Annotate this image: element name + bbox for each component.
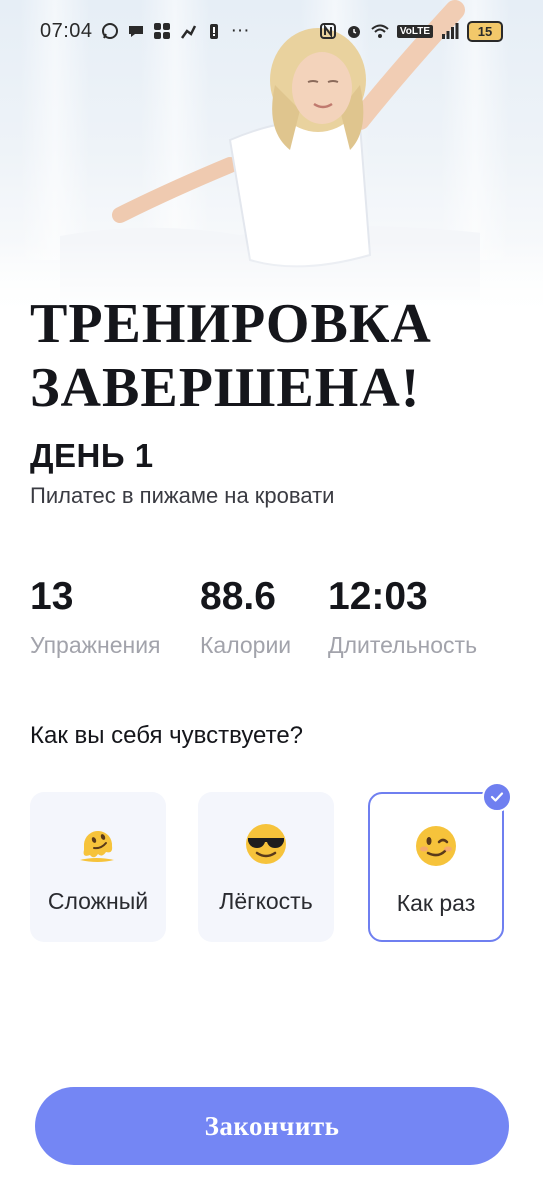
stat-duration: 12:03 Длительность — [328, 575, 477, 659]
feeling-option-just-right[interactable]: Как раз — [368, 782, 512, 942]
sunglasses-face-icon — [246, 824, 286, 864]
title-line-2: ЗАВЕРШЕНА! — [30, 357, 421, 419]
alarm-icon — [347, 26, 360, 38]
stat-value: 12:03 — [328, 575, 428, 618]
stat-exercises: 13 Упражнения — [30, 575, 161, 659]
title-line-1: ТРЕНИРОВКА — [30, 293, 432, 355]
figure-icon — [180, 25, 196, 39]
volte-badge: VoLTE — [396, 24, 433, 38]
nfc-icon — [319, 23, 336, 39]
wifi-icon — [371, 24, 389, 38]
stat-value: 13 — [30, 575, 74, 618]
page-title: ТРЕНИРОВКА ЗАВЕРШЕНА! — [30, 292, 520, 420]
more-notifications-icon: ··· — [230, 20, 250, 41]
chat-bubble-icon — [128, 26, 143, 37]
feeling-option-label: Как раз — [396, 890, 476, 916]
melting-face-icon — [80, 830, 114, 862]
battery-alert-icon — [209, 24, 218, 39]
feeling-option-hard[interactable]: Сложный — [30, 792, 166, 942]
battery-indicator: 15 — [467, 20, 503, 42]
day-label: ДЕНЬ 1 — [30, 437, 154, 474]
feeling-option-label: Сложный — [47, 888, 149, 914]
winking-face-icon — [416, 826, 456, 866]
selected-check-icon — [482, 782, 512, 812]
status-time: 07:04 — [40, 19, 93, 42]
stat-label: Упражнения — [30, 632, 161, 658]
apps-grid-icon — [153, 23, 170, 39]
status-bar: 07:04 ··· VoLTE 15 — [0, 0, 543, 62]
stat-value: 88.6 — [200, 575, 276, 618]
signal-icon — [442, 23, 459, 39]
feeling-question: Как вы себя чувствуете? — [30, 722, 304, 749]
stat-label: Длительность — [328, 632, 478, 658]
workout-name: Пилатес в пижаме на кровати — [30, 483, 335, 508]
finish-button[interactable]: Закончить — [35, 1087, 509, 1165]
whatsapp-icon — [101, 23, 118, 39]
feeling-option-label: Лёгкость — [219, 888, 313, 914]
feeling-option-easy[interactable]: Лёгкость — [198, 792, 334, 942]
stat-label: Калории — [200, 632, 292, 658]
stat-calories: 88.6 Калории — [200, 575, 291, 659]
